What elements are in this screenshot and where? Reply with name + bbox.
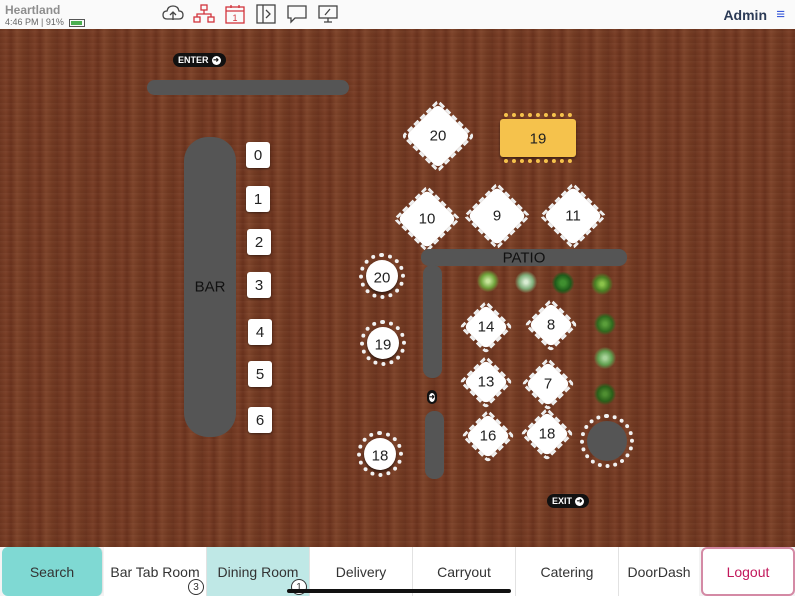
bar-seat-5[interactable]: 5 bbox=[248, 361, 272, 387]
top-bar: Heartland 4:46 PM | 91% 1 Admin ≡ bbox=[0, 0, 795, 30]
bar-seat-2[interactable]: 2 bbox=[247, 229, 271, 255]
monitor-icon[interactable] bbox=[317, 4, 339, 24]
cloud-upload-icon[interactable] bbox=[162, 4, 184, 24]
plant-icon bbox=[477, 270, 499, 292]
patio-divider-upper bbox=[423, 265, 442, 378]
status-line: 4:46 PM | 91% bbox=[5, 17, 86, 27]
arrow-right-icon: ➜ bbox=[575, 496, 585, 506]
tab-doordash[interactable]: DoorDash bbox=[619, 547, 699, 596]
arrow-right-icon: ➜ bbox=[211, 55, 221, 65]
org-chart-icon[interactable] bbox=[193, 4, 215, 24]
bar-seat-0[interactable]: 0 bbox=[246, 142, 270, 168]
patio-door-marker: ➜ bbox=[427, 390, 437, 404]
plant-icon bbox=[552, 272, 574, 294]
bar-seat-6[interactable]: 6 bbox=[248, 407, 272, 433]
home-indicator bbox=[287, 589, 511, 593]
status-time: 4:46 PM bbox=[5, 17, 39, 27]
brand-name: Heartland bbox=[5, 3, 61, 17]
arrow-right-icon: ➜ bbox=[429, 392, 435, 402]
chat-icon[interactable] bbox=[286, 4, 308, 24]
logout-button[interactable]: Logout bbox=[701, 547, 795, 596]
battery-icon bbox=[69, 18, 86, 27]
plant-icon bbox=[594, 313, 616, 335]
bar-seat-1[interactable]: 1 bbox=[246, 186, 270, 212]
tab-catering[interactable]: Catering bbox=[516, 547, 619, 596]
menu-icon[interactable]: ≡ bbox=[776, 6, 785, 23]
user-name[interactable]: Admin bbox=[723, 7, 767, 23]
bar-seat-3[interactable]: 3 bbox=[247, 272, 271, 298]
split-screen-icon[interactable] bbox=[255, 4, 277, 24]
enter-marker: ENTER ➜ bbox=[173, 53, 226, 67]
plant-icon bbox=[594, 383, 616, 405]
tab-search[interactable]: Search bbox=[2, 547, 103, 596]
entrance-counter bbox=[147, 80, 349, 95]
battery-percent: 91% bbox=[45, 17, 64, 27]
bar-label: BAR bbox=[194, 278, 226, 296]
plant-icon bbox=[515, 271, 537, 293]
plant-icon bbox=[591, 273, 613, 295]
patio-label: PATIO bbox=[502, 249, 546, 267]
exit-marker: EXIT ➜ bbox=[547, 494, 590, 508]
tab-badge: 3 bbox=[188, 579, 204, 595]
table-unlabeled-round[interactable] bbox=[580, 414, 634, 468]
patio-divider-lower bbox=[425, 411, 444, 479]
calendar-icon[interactable]: 1 bbox=[224, 4, 246, 24]
floor-plan: ENTER ➜ BAR 0 1 2 3 4 5 6 20 19 10 9 11 … bbox=[0, 29, 795, 547]
svg-text:1: 1 bbox=[232, 13, 237, 23]
bar-seat-4[interactable]: 4 bbox=[248, 319, 272, 345]
plant-icon bbox=[594, 347, 616, 369]
